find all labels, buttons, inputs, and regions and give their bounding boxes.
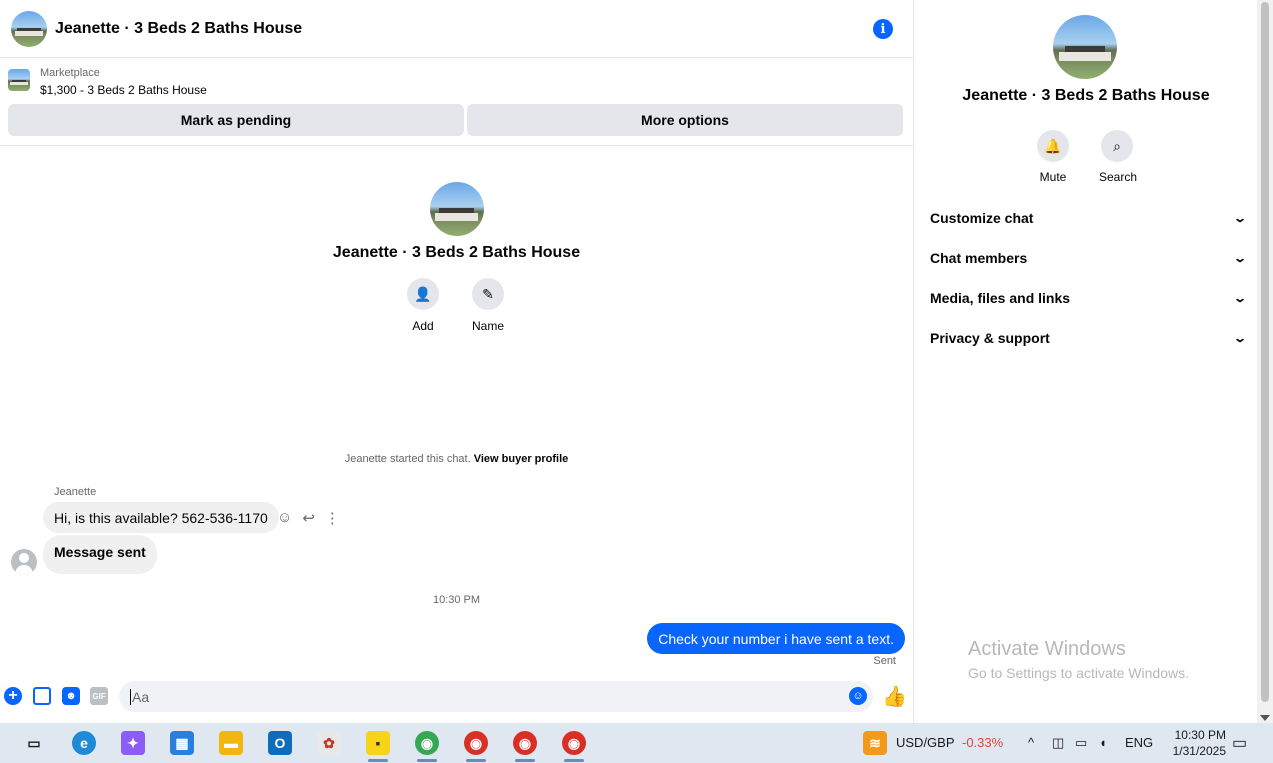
page-scrollbar[interactable] bbox=[1257, 0, 1273, 723]
menu-chat-members[interactable]: Chat members ⌄ bbox=[930, 238, 1250, 278]
scroll-down-arrow[interactable] bbox=[1260, 715, 1270, 721]
paint-icon[interactable]: ✿ bbox=[317, 731, 341, 755]
edge-icon[interactable]: e bbox=[72, 731, 96, 755]
notifications-icon[interactable]: ▭ bbox=[1232, 733, 1247, 753]
activation-watermark: Activate Windows Go to Settings to activ… bbox=[968, 638, 1189, 681]
plus-icon[interactable]: + bbox=[4, 687, 22, 705]
message-timestamp: 10:30 PM bbox=[432, 594, 481, 606]
message-input[interactable]: Aa bbox=[119, 681, 873, 712]
file-explorer-icon[interactable]: ▬ bbox=[219, 731, 243, 755]
sticky-notes-icon[interactable]: ▪ bbox=[366, 731, 390, 762]
stock-widget-icon[interactable]: ≋ bbox=[863, 731, 887, 755]
listing-title[interactable]: $1,300 - 3 Beds 2 Baths House bbox=[40, 83, 207, 97]
sent-status: Sent bbox=[873, 655, 896, 667]
chevron-down-icon: ⌄ bbox=[1232, 291, 1248, 305]
intro-name: Jeanette · 3 Beds 2 Baths House bbox=[332, 244, 581, 261]
chevron-down-icon: ⌄ bbox=[1232, 211, 1248, 225]
scroll-thumb[interactable] bbox=[1261, 2, 1269, 702]
more-options-button[interactable]: More options bbox=[467, 104, 903, 136]
network-icon[interactable]: ▭ bbox=[1075, 735, 1087, 751]
info-icon[interactable]: i bbox=[873, 19, 893, 39]
menu-media-files-links[interactable]: Media, files and links ⌄ bbox=[930, 278, 1250, 318]
photo-icon[interactable] bbox=[33, 687, 51, 705]
more-icon[interactable]: ⋮ bbox=[325, 509, 340, 527]
details-actions: 🔔 Mute ⌕ Search bbox=[1035, 130, 1138, 184]
chat-header: Jeanette · 3 Beds 2 Baths House i bbox=[0, 0, 913, 58]
add-button[interactable]: 👤 Add bbox=[405, 278, 441, 333]
emoji-icon[interactable]: ☺ bbox=[849, 687, 867, 705]
store-icon[interactable]: ▦ bbox=[170, 731, 194, 755]
clock-time: 10:30 PM bbox=[1174, 728, 1226, 742]
pencil-icon: ✎ bbox=[472, 278, 504, 310]
menu-label: Customize chat bbox=[930, 210, 1034, 226]
search-label: Search bbox=[1099, 170, 1138, 184]
chat-intro: Jeanette · 3 Beds 2 Baths House 👤 Add ✎ … bbox=[0, 180, 913, 333]
outgoing-message[interactable]: Check your number i have sent a text. bbox=[647, 623, 905, 654]
menu-customize-chat[interactable]: Customize chat ⌄ bbox=[930, 198, 1250, 238]
sender-avatar[interactable] bbox=[11, 549, 37, 575]
mute-label: Mute bbox=[1039, 170, 1067, 184]
details-title: Jeanette · 3 Beds 2 Baths House bbox=[962, 87, 1210, 104]
thumbs-up-icon[interactable]: 👍 bbox=[882, 684, 907, 709]
clock-date: 1/31/2025 bbox=[1172, 744, 1226, 758]
menu-label: Privacy & support bbox=[930, 330, 1050, 346]
message-tools: ☺ ↩ ⋮ bbox=[277, 509, 340, 527]
name-label: Name bbox=[471, 319, 504, 333]
copilot-icon[interactable]: ✦ bbox=[121, 731, 145, 755]
messenger-app: Jeanette · 3 Beds 2 Baths House i Market… bbox=[0, 0, 1273, 723]
mark-pending-button[interactable]: Mark as pending bbox=[8, 104, 464, 136]
reply-icon[interactable]: ↩ bbox=[302, 509, 315, 527]
chrome-icon[interactable]: ◉ bbox=[513, 731, 537, 762]
chevron-down-icon: ⌄ bbox=[1232, 331, 1248, 345]
mute-button[interactable]: 🔔 Mute bbox=[1035, 130, 1071, 184]
search-icon: ⌕ bbox=[1101, 130, 1133, 162]
windows-taskbar: ▭ e ✦ ▦ ▬ O ✿ ▪ ◉ ◉ ◉ ◉ ≋ USD/GBP -0.33%… bbox=[0, 723, 1273, 763]
intro-avatar bbox=[429, 182, 484, 236]
menu-privacy-support[interactable]: Privacy & support ⌄ bbox=[930, 318, 1250, 358]
currency-pair[interactable]: USD/GBP bbox=[896, 735, 955, 750]
sender-name: Jeanette bbox=[54, 486, 97, 498]
chevron-down-icon: ⌄ bbox=[1232, 251, 1248, 265]
composer-bar: + ☻ GIF Aa ☺ 👍 bbox=[0, 680, 913, 714]
incoming-message[interactable]: Hi, is this available? 562-536-1170 bbox=[43, 502, 279, 533]
sticker-icon[interactable]: ☻ bbox=[62, 687, 80, 705]
incoming-message[interactable]: Message sent bbox=[43, 535, 157, 574]
search-button[interactable]: ⌕ Search bbox=[1099, 130, 1138, 184]
chrome-icon[interactable]: ◉ bbox=[415, 731, 439, 762]
chat-panel: Jeanette · 3 Beds 2 Baths House i Market… bbox=[0, 0, 914, 723]
language-indicator[interactable]: ENG bbox=[1125, 735, 1153, 750]
chat-title[interactable]: Jeanette · 3 Beds 2 Baths House bbox=[55, 20, 302, 38]
bell-icon: 🔔 bbox=[1037, 130, 1069, 162]
watermark-title: Activate Windows bbox=[968, 638, 1126, 660]
menu-label: Chat members bbox=[930, 250, 1028, 266]
menu-label: Media, files and links bbox=[930, 290, 1071, 306]
intro-actions: 👤 Add ✎ Name bbox=[405, 278, 506, 333]
task-view-icon[interactable]: ▭ bbox=[22, 731, 46, 755]
gif-icon[interactable]: GIF bbox=[90, 687, 108, 705]
name-button[interactable]: ✎ Name bbox=[470, 278, 506, 333]
add-label: Add bbox=[412, 319, 434, 333]
volume-icon[interactable]: ◖ bbox=[1099, 735, 1107, 750]
react-icon[interactable]: ☺ bbox=[277, 509, 292, 527]
chrome-icon[interactable]: ◉ bbox=[464, 731, 488, 762]
view-buyer-profile-link[interactable]: View buyer profile bbox=[474, 453, 569, 465]
clock[interactable]: 10:30 PM 1/31/2025 bbox=[1173, 727, 1226, 759]
details-menu: Customize chat ⌄ Chat members ⌄ Media, f… bbox=[930, 198, 1250, 358]
chat-avatar[interactable] bbox=[11, 10, 47, 47]
outlook-icon[interactable]: O bbox=[268, 731, 292, 755]
meet-now-icon[interactable]: ◫ bbox=[1052, 735, 1064, 751]
listing-source: Marketplace bbox=[40, 67, 100, 79]
currency-change[interactable]: -0.33% bbox=[962, 735, 1003, 750]
listing-thumbnail[interactable] bbox=[8, 69, 30, 91]
chevron-up-icon[interactable]: ^ bbox=[1028, 735, 1034, 750]
chat-started-notice: Jeanette started this chat. View buyer p… bbox=[0, 453, 913, 465]
listing-banner: Marketplace $1,300 - 3 Beds 2 Baths Hous… bbox=[0, 59, 913, 146]
started-text: Jeanette started this chat. bbox=[344, 453, 471, 465]
chat-details-panel: Jeanette · 3 Beds 2 Baths House 🔔 Mute ⌕… bbox=[915, 0, 1257, 723]
details-avatar bbox=[1053, 15, 1117, 79]
watermark-subtitle: Go to Settings to activate Windows. bbox=[968, 665, 1189, 681]
chrome-icon[interactable]: ◉ bbox=[562, 731, 586, 762]
add-person-icon: 👤 bbox=[407, 278, 439, 310]
